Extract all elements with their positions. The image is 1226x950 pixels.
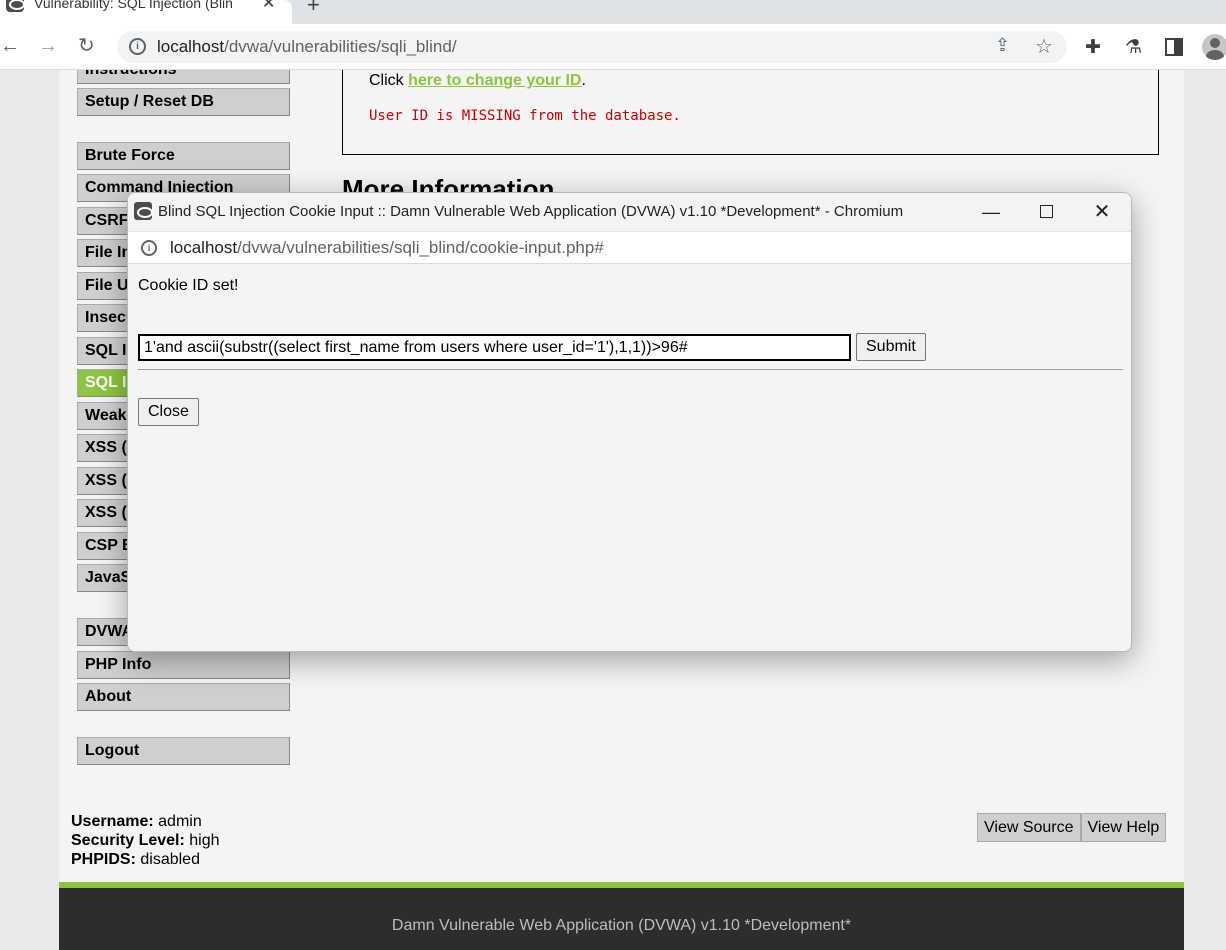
sidebar-item-php-info[interactable]: PHP Info (77, 651, 290, 679)
sidebar-item-logout[interactable]: Logout (77, 737, 290, 765)
security-level-line: Security Level: high (71, 831, 220, 850)
popup-content: Cookie ID set! 1'and ascii(substr((selec… (128, 264, 1131, 651)
popup-title-bar[interactable]: Blind SQL Injection Cookie Input :: Damn… (128, 193, 1131, 231)
cookie-input-popup-window: Blind SQL Injection Cookie Input :: Damn… (127, 192, 1132, 652)
vulnerable-code-area: Click here to change your ID. User ID is… (342, 70, 1159, 155)
popup-window-title: Blind SQL Injection Cookie Input :: Damn… (158, 203, 904, 220)
window-close-icon[interactable]: ✕ (1079, 197, 1125, 227)
browser-toolbar: ← → ↻ i localhost/dvwa/vulnerabilities/s… (0, 24, 1226, 70)
browser-tab[interactable]: Vulnerability: SQL Injection (Blin ✕ (0, 0, 292, 24)
dvwa-favicon-icon (6, 0, 25, 12)
minimize-icon[interactable]: — (968, 197, 1014, 227)
share-icon[interactable]: ⇪ (995, 35, 1010, 56)
page-footer: Damn Vulnerable Web Application (DVWA) v… (59, 888, 1184, 950)
bookmark-star-icon[interactable]: ☆ (1035, 34, 1053, 59)
tab-strip: Vulnerability: SQL Injection (Blin ✕ + (0, 0, 1226, 24)
url-host: localhost (157, 37, 225, 56)
sidebar-item-about[interactable]: About (77, 683, 290, 711)
popup-address-bar: i localhost/dvwa/vulnerabilities/sqli_bl… (128, 231, 1131, 264)
username-value: admin (158, 813, 202, 830)
cookie-id-input[interactable]: 1'and ascii(substr((select first_name fr… (138, 334, 851, 361)
tab-title: Vulnerability: SQL Injection (Blin (34, 0, 233, 11)
popup-url-host: localhost (170, 238, 238, 257)
site-info-icon[interactable]: i (129, 38, 146, 55)
divider (138, 369, 1123, 370)
popup-url-path: /dvwa/vulnerabilities/sqli_blind/cookie-… (237, 238, 604, 257)
username-line: Username: admin (71, 812, 220, 831)
close-button[interactable]: Close (138, 398, 199, 426)
url-text[interactable]: localhost/dvwa/vulnerabilities/sqli_blin… (157, 37, 457, 57)
result-message: User ID is MISSING from the database. (369, 108, 681, 124)
forward-arrow-icon[interactable]: → (38, 33, 58, 59)
change-id-line: Click here to change your ID. (369, 72, 586, 90)
dvwa-favicon-icon (134, 202, 153, 220)
popup-url-text: localhost/dvwa/vulnerabilities/sqli_blin… (170, 238, 604, 258)
click-suffix: . (581, 72, 586, 89)
user-status-info: Username: admin Security Level: high PHP… (71, 812, 220, 869)
sidebar-item-setup-reset-db[interactable]: Setup / Reset DB (77, 88, 290, 116)
side-panel-icon[interactable] (1165, 38, 1183, 56)
view-source-button[interactable]: View Source (977, 813, 1081, 842)
address-bar[interactable]: i localhost/dvwa/vulnerabilities/sqli_bl… (117, 31, 1067, 63)
close-tab-icon[interactable]: ✕ (262, 0, 275, 13)
change-id-link[interactable]: here to change your ID (408, 72, 581, 89)
submit-button[interactable]: Submit (856, 333, 926, 361)
sidebar-item-brute-force[interactable]: Brute Force (77, 142, 290, 170)
security-level-label: Security Level: (71, 832, 185, 849)
username-label: Username: (71, 813, 154, 830)
phpids-line: PHPIDS: disabled (71, 850, 220, 869)
phpids-label: PHPIDS: (71, 851, 136, 868)
cookie-set-message: Cookie ID set! (138, 277, 239, 294)
extensions-puzzle-icon[interactable]: ✚ (1085, 36, 1101, 59)
back-arrow-icon[interactable]: ← (0, 33, 20, 59)
site-info-icon[interactable]: i (141, 240, 157, 256)
click-prefix: Click (369, 72, 409, 89)
sidebar-item-instructions[interactable]: Instructions (77, 70, 290, 84)
reload-icon[interactable]: ↻ (78, 33, 95, 59)
new-tab-icon[interactable]: + (307, 0, 320, 18)
view-help-button[interactable]: View Help (1080, 813, 1167, 842)
url-path: /dvwa/vulnerabilities/sqli_blind/ (224, 37, 457, 56)
maximize-icon[interactable] (1023, 197, 1069, 227)
security-level-value: high (189, 832, 220, 849)
phpids-value: disabled (140, 851, 200, 868)
profile-avatar-icon[interactable] (1202, 34, 1226, 60)
view-buttons: View Source View Help (977, 813, 1167, 842)
labs-flask-icon[interactable]: ⚗ (1125, 36, 1142, 59)
